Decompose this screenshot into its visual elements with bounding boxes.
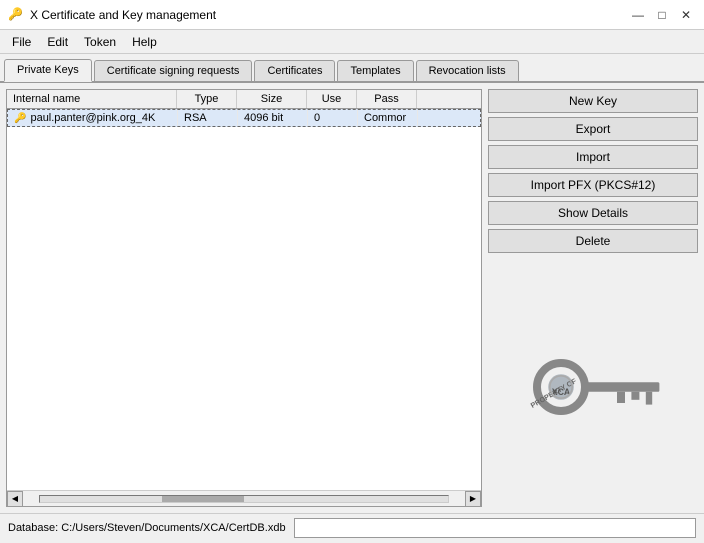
- status-bar: Database: C:/Users/Steven/Documents/XCA/…: [0, 513, 704, 541]
- table-header: Internal name Type Size Use Pass: [7, 90, 481, 109]
- maximize-button[interactable]: □: [652, 5, 672, 25]
- tab-csr[interactable]: Certificate signing requests: [94, 60, 253, 81]
- import-pfx-button[interactable]: Import PFX (PKCS#12): [488, 173, 698, 197]
- row-key-icon: 🔑: [14, 113, 26, 124]
- key-image-area: PROPERTY OF XCA: [488, 267, 698, 507]
- menu-token[interactable]: Token: [76, 33, 124, 51]
- scrollbar-thumb[interactable]: [162, 496, 244, 502]
- col-header-pass: Pass: [357, 90, 417, 108]
- cell-name: 🔑 paul.panter@pink.org_4K: [8, 110, 178, 126]
- cell-use: 0: [308, 110, 358, 126]
- delete-button[interactable]: Delete: [488, 229, 698, 253]
- table-row[interactable]: 🔑 paul.panter@pink.org_4K RSA 4096 bit 0…: [7, 109, 481, 127]
- close-button[interactable]: ✕: [676, 5, 696, 25]
- col-header-name: Internal name: [7, 90, 177, 108]
- title-bar: 🔑 X Certificate and Key management — □ ✕: [0, 0, 704, 30]
- col-header-use: Use: [307, 90, 357, 108]
- show-details-button[interactable]: Show Details: [488, 201, 698, 225]
- tab-revocation-lists[interactable]: Revocation lists: [416, 60, 519, 81]
- table-body: 🔑 paul.panter@pink.org_4K RSA 4096 bit 0…: [7, 109, 481, 490]
- menu-edit[interactable]: Edit: [39, 33, 76, 51]
- app-icon: 🔑: [8, 7, 24, 23]
- scrollbar-track[interactable]: [39, 495, 449, 503]
- col-header-size: Size: [237, 90, 307, 108]
- tab-private-keys[interactable]: Private Keys: [4, 59, 92, 82]
- export-button[interactable]: Export: [488, 117, 698, 141]
- cell-type: RSA: [178, 110, 238, 126]
- database-label: Database: C:/Users/Steven/Documents/XCA/…: [8, 522, 286, 534]
- new-key-button[interactable]: New Key: [488, 89, 698, 113]
- tab-certificates[interactable]: Certificates: [254, 60, 335, 81]
- content-area: Internal name Type Size Use Pass 🔑 paul.…: [0, 83, 704, 513]
- menu-file[interactable]: File: [4, 33, 39, 51]
- menu-help[interactable]: Help: [124, 33, 165, 51]
- col-header-type: Type: [177, 90, 237, 108]
- status-input[interactable]: [294, 518, 696, 538]
- horizontal-scrollbar[interactable]: ◀ ▶: [7, 490, 481, 506]
- window-controls: — □ ✕: [628, 5, 696, 25]
- key-illustration: PROPERTY OF XCA: [513, 342, 673, 432]
- cell-pass: Commor: [358, 110, 418, 126]
- right-panel: New Key Export Import Import PFX (PKCS#1…: [488, 89, 698, 507]
- app-title: X Certificate and Key management: [30, 8, 216, 22]
- scroll-right-arrow[interactable]: ▶: [465, 491, 481, 507]
- import-button[interactable]: Import: [488, 145, 698, 169]
- tab-templates[interactable]: Templates: [337, 60, 413, 81]
- menu-bar: File Edit Token Help: [0, 30, 704, 54]
- scroll-left-arrow[interactable]: ◀: [7, 491, 23, 507]
- cell-size: 4096 bit: [238, 110, 308, 126]
- tabs-container: Private Keys Certificate signing request…: [0, 54, 704, 83]
- table-area: Internal name Type Size Use Pass 🔑 paul.…: [6, 89, 482, 507]
- minimize-button[interactable]: —: [628, 5, 648, 25]
